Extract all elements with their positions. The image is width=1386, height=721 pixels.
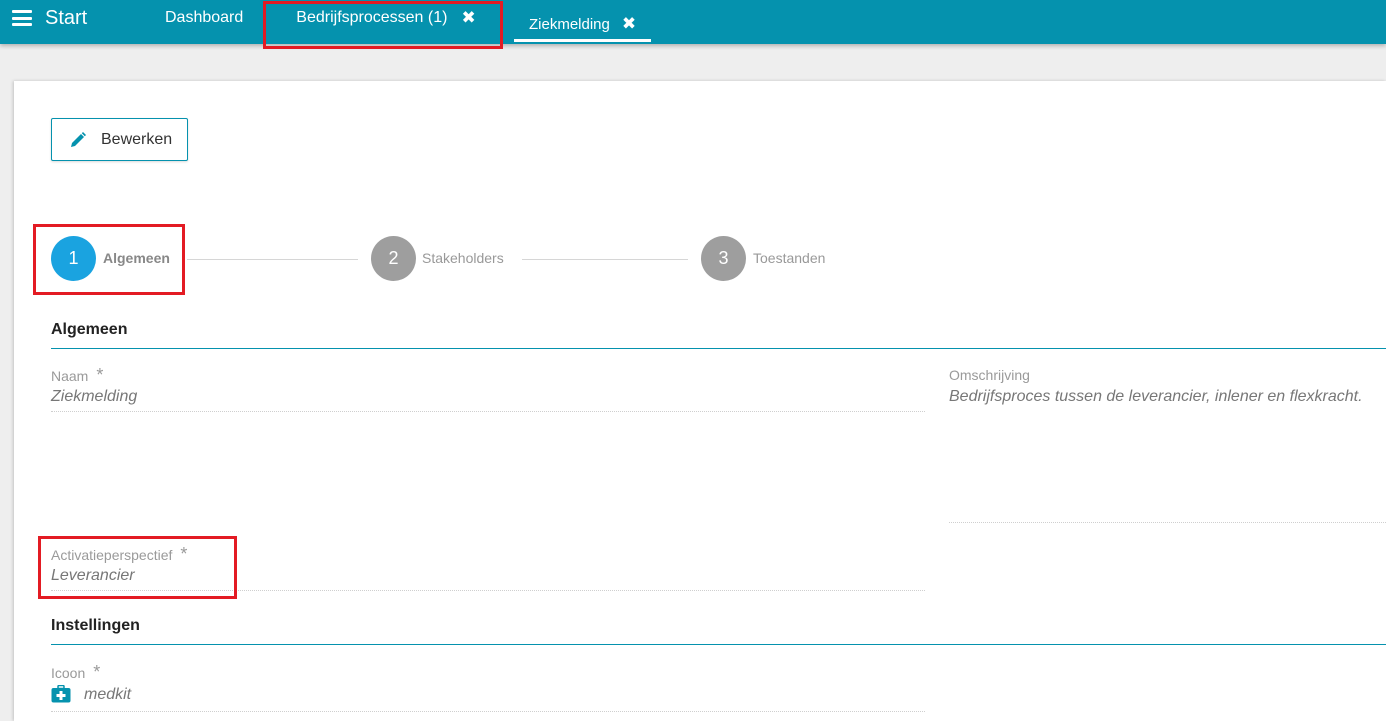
step-number: 3 [718, 248, 729, 268]
step-3-label[interactable]: Toestanden [753, 250, 825, 266]
pencil-icon [71, 131, 86, 147]
start-menu-button[interactable]: Start [12, 5, 87, 31]
step-2-label[interactable]: Stakeholders [422, 250, 504, 266]
omschrijving-value: Bedrijfsproces tussen de leverancier, in… [949, 388, 1363, 405]
required-marker: * [93, 662, 101, 682]
section-divider [51, 348, 1386, 349]
naam-label-text: Naam [51, 368, 89, 384]
tab-ziekmelding[interactable]: Ziekmelding ✖ [514, 9, 652, 42]
required-marker: * [96, 365, 104, 385]
close-icon[interactable]: ✖ [622, 14, 636, 34]
naam-label: Naam * [51, 365, 103, 386]
section-title-algemeen: Algemeen [51, 321, 128, 338]
icoon-value: medkit [84, 686, 132, 703]
tab-label: Dashboard [165, 9, 244, 26]
step-number: 2 [388, 248, 399, 268]
highlight-box-step [33, 224, 185, 295]
hamburger-icon [12, 10, 32, 26]
icoon-label-text: Icoon [51, 665, 86, 681]
section-divider [51, 644, 1386, 645]
step-connector [522, 259, 688, 260]
step-2-circle[interactable]: 2 [371, 236, 416, 281]
icoon-label: Icoon * [51, 662, 100, 683]
section-title-instellingen: Instellingen [51, 617, 140, 634]
field-underline [949, 522, 1386, 523]
top-nav-bar: Start Dashboard Bedrijfsprocessen (1) ✖ … [0, 0, 1386, 44]
start-label: Start [45, 6, 88, 29]
tab-dashboard[interactable]: Dashboard [165, 3, 243, 33]
edit-button[interactable]: Bewerken [51, 118, 188, 161]
highlight-box-tab [263, 1, 503, 49]
edit-button-label: Bewerken [101, 130, 173, 148]
tab-label: Ziekmelding [529, 15, 610, 33]
step-3-circle[interactable]: 3 [701, 236, 746, 281]
naam-value: Ziekmelding [51, 388, 138, 405]
highlight-box-field [38, 536, 237, 599]
omschrijving-label: Omschrijving [949, 367, 1030, 383]
step-connector [187, 259, 358, 260]
field-underline [51, 411, 925, 412]
field-underline [51, 711, 925, 712]
medkit-icon [51, 685, 71, 703]
